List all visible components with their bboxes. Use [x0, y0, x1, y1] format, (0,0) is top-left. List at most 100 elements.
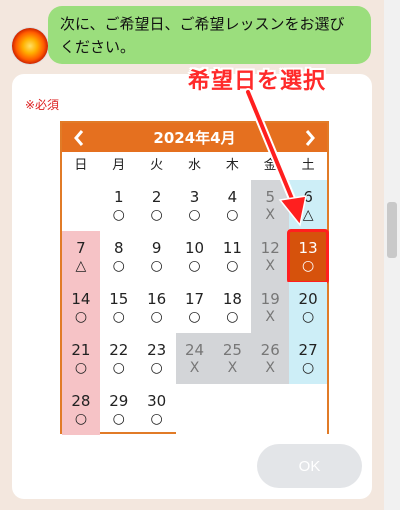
calendar-day-cell[interactable]: 1 ○	[100, 180, 138, 231]
calendar-day-cell: 12 X	[251, 231, 290, 282]
calendar-day-cell[interactable]: 10 ○	[176, 231, 214, 282]
calendar-empty-cell	[175, 384, 214, 435]
weekday-label: 日	[74, 158, 88, 173]
calendar-week-row: 7 △ 8 ○ 9 ○ 10 ○ 11 ○ 12 X 13 ○	[62, 229, 330, 284]
day-number: 29	[109, 391, 129, 410]
ok-button[interactable]: OK	[257, 444, 362, 488]
calendar-day-cell[interactable]: 27 ○	[289, 333, 328, 384]
day-number: 7	[76, 238, 86, 257]
availability-status: ○	[301, 359, 315, 376]
availability-status: ○	[226, 257, 239, 274]
day-number: 30	[147, 391, 167, 410]
calendar-day-cell[interactable]: 8 ○	[100, 231, 138, 282]
calendar-empty-cell	[251, 384, 290, 435]
day-number: 23	[147, 340, 167, 359]
calendar-day-cell[interactable]: 13 ○	[287, 229, 330, 284]
chevron-left-icon[interactable]	[64, 123, 94, 152]
day-number: 27	[298, 340, 318, 359]
calendar-day-cell: 25 X	[213, 333, 252, 384]
day-number: 13	[298, 238, 318, 257]
availability-status: ○	[112, 359, 125, 376]
availability-status: ○	[112, 410, 125, 427]
availability-status: ○	[74, 359, 88, 376]
calendar-day-cell[interactable]: 4 ○	[213, 180, 251, 231]
availability-status: ○	[150, 206, 163, 223]
chevron-right-icon[interactable]	[295, 123, 325, 152]
day-number: 26	[260, 340, 280, 359]
day-number: 19	[260, 289, 280, 308]
availability-status: X	[265, 308, 276, 325]
calendar-header: 2024年4月	[62, 123, 327, 152]
weekday-label: 土	[301, 158, 315, 173]
day-number: 25	[222, 340, 242, 359]
annotation-label: 希望日を選択	[188, 69, 327, 94]
day-number: 1	[114, 187, 124, 206]
calendar-day-cell[interactable]: 3 ○	[176, 180, 214, 231]
calendar-day-cell[interactable]: 14 ○	[62, 282, 100, 333]
calendar-week-row: 14 ○ 15 ○ 16 ○ 17 ○ 18 ○ 19 X 20 ○	[62, 282, 328, 333]
availability-status: ○	[112, 206, 125, 223]
availability-status: △	[302, 206, 314, 223]
availability-status: ○	[150, 359, 163, 376]
calendar-empty-cell	[213, 384, 252, 435]
calendar-day-cell: 19 X	[251, 282, 290, 333]
day-number: 6	[303, 187, 313, 206]
weekday-label: 月	[112, 158, 126, 173]
calendar-day-cell: 5X	[251, 180, 290, 231]
calendar-day-cell[interactable]: 15 ○	[100, 282, 138, 333]
calendar-day-cell: 26 X	[251, 333, 290, 384]
calendar-day-cell[interactable]: 17 ○	[176, 282, 214, 333]
availability-status: ○	[112, 257, 125, 274]
day-number: 24	[184, 340, 205, 359]
weekday-label: 火	[150, 158, 164, 173]
calendar-month-label: 2024年4月	[153, 129, 236, 147]
calendar-day-cell[interactable]: 28 ○	[62, 384, 100, 435]
scrollbar-thumb[interactable]	[387, 202, 397, 258]
availability-status: ○	[188, 206, 201, 223]
availability-status: ○	[150, 257, 163, 274]
day-number: 3	[189, 187, 200, 206]
calendar-day-cell[interactable]: 29 ○	[100, 384, 138, 435]
availability-status: ○	[112, 308, 125, 325]
calendar-day-cell[interactable]: 23 ○	[138, 333, 176, 384]
day-number: 18	[222, 289, 242, 308]
day-number: 10	[184, 238, 205, 257]
calendar-day-cell[interactable]: 7 △	[62, 231, 100, 282]
availability-status: X	[265, 206, 276, 223]
required-label: ※必須	[25, 98, 60, 112]
calendar-day-cell[interactable]: 30 ○	[138, 384, 176, 435]
calendar-week-row: 1 ○ 2 ○ 3 ○ 4 ○ 5 X 6 △	[62, 180, 328, 231]
calendar-day-cell[interactable]: 2 ○	[138, 180, 176, 231]
availability-status: X	[227, 359, 238, 376]
day-number: 2	[151, 187, 162, 206]
availability-status: X	[265, 257, 276, 274]
day-number: 21	[71, 340, 91, 359]
availability-status: ○	[74, 410, 88, 427]
availability-status: △	[75, 257, 87, 274]
day-number: 17	[184, 289, 205, 308]
calendar-week-row: 28 ○ 29 ○ 30 ○	[62, 384, 328, 435]
availability-status: ○	[301, 308, 315, 325]
availability-status: ○	[150, 308, 163, 325]
calendar-day-cell[interactable]: 20 ○	[289, 282, 328, 333]
chat-message: 次に、ご希望日、ご希望レッスンをお選びください。	[48, 6, 371, 64]
weekday-label: 水	[188, 158, 202, 173]
calendar-day-cell[interactable]: 11 ○	[213, 231, 251, 282]
calendar-day-cell[interactable]: 18 ○	[213, 282, 251, 333]
calendar-day-cell[interactable]: 16 ○	[138, 282, 176, 333]
calendar-day-cell[interactable]: 22 ○	[100, 333, 138, 384]
day-number: 9	[151, 238, 162, 257]
availability-status: ○	[74, 308, 88, 325]
availability-status: ○	[188, 308, 201, 325]
availability-status: ○	[150, 410, 163, 427]
calendar-day-cell[interactable]: 21 ○	[62, 333, 100, 384]
weekday-label: 木	[225, 158, 239, 173]
calendar-day-cell[interactable]: 9 ○	[138, 231, 176, 282]
day-number: 16	[147, 289, 167, 308]
calendar-day-cell: 24 X	[175, 333, 214, 384]
day-number: 4	[227, 187, 238, 206]
day-number: 20	[298, 289, 318, 308]
scrollbar[interactable]	[384, 0, 400, 510]
calendar-day-cell[interactable]: 6 △	[289, 180, 328, 231]
sun-avatar-icon	[12, 28, 48, 64]
